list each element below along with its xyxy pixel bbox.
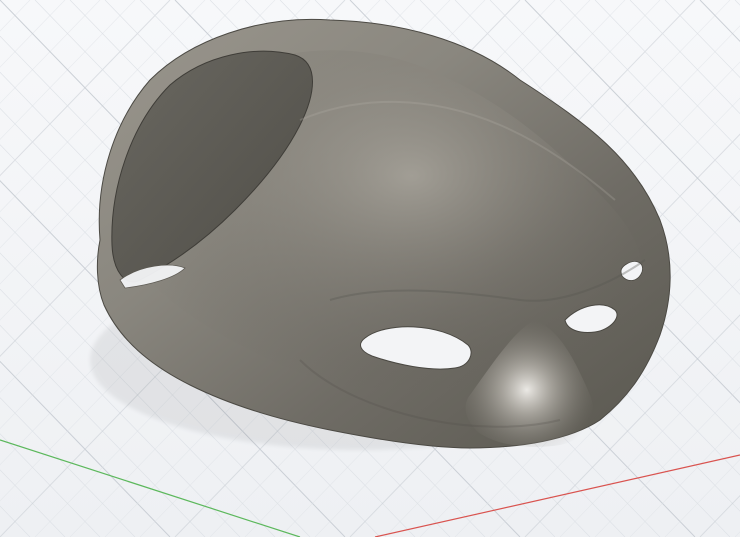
grid-line — [664, 459, 740, 537]
grid-line — [0, 469, 66, 537]
grid-line — [0, 0, 66, 68]
model-scene[interactable] — [0, 0, 740, 537]
grid-line — [664, 0, 740, 78]
3d-viewport-canvas[interactable] — [0, 0, 740, 537]
